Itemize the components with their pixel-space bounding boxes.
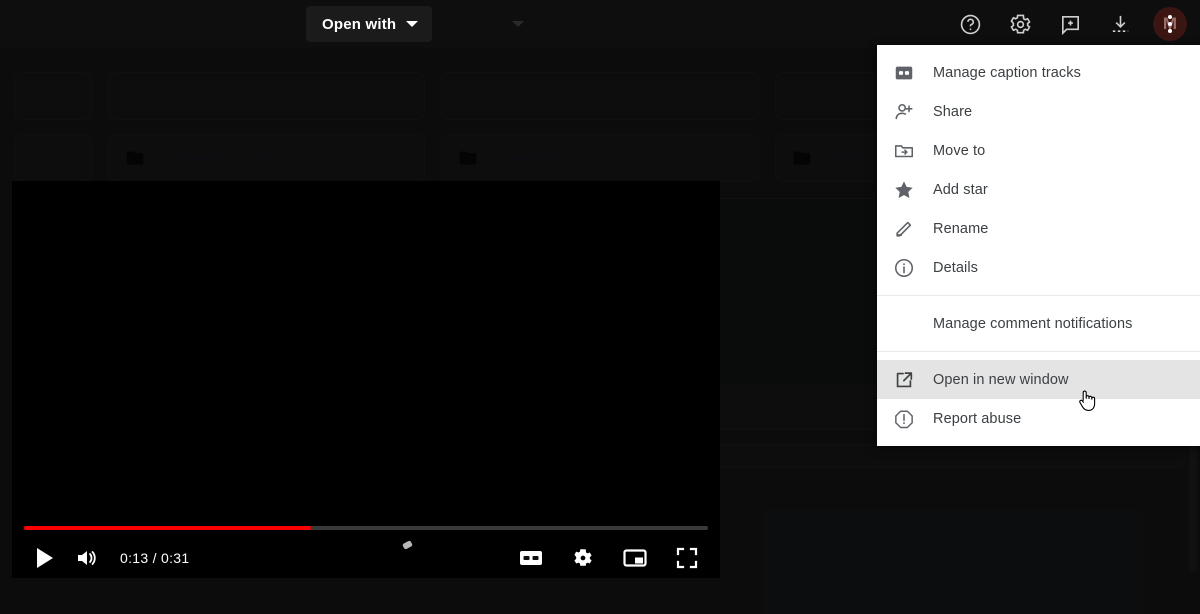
- menu-item-report-abuse[interactable]: Report abuse: [877, 399, 1200, 438]
- menu-item-add-star[interactable]: Add star: [877, 170, 1200, 209]
- open-with-button[interactable]: Open with: [306, 6, 433, 42]
- scrollbar-thumb[interactable]: [1189, 442, 1197, 572]
- folder-icon: [792, 148, 812, 168]
- fullscreen-icon[interactable]: [666, 538, 708, 578]
- menu-item-label: Open in new window: [933, 371, 1069, 388]
- menu-item-open-in-new-window[interactable]: Open in new window: [877, 360, 1200, 399]
- person-add-icon: [893, 101, 933, 123]
- chevron-down-icon: [406, 21, 419, 27]
- volume-on-icon[interactable]: [66, 538, 108, 578]
- controls-row: 0:13 / 0:31: [24, 538, 708, 578]
- menu-item-label: Add star: [933, 181, 988, 198]
- open-with-label: Open with: [322, 15, 397, 33]
- folder-card-important-docs[interactable]: 6. Important Docs (Cos: [108, 134, 426, 182]
- folder-card[interactable]: [108, 72, 426, 120]
- menu-item-label: Move to: [933, 142, 986, 159]
- menu-item-label: Manage caption tracks: [933, 64, 1081, 81]
- menu-item-label: Report abuse: [933, 410, 1022, 427]
- help-icon[interactable]: [950, 4, 990, 44]
- top-bar-actions: M: [950, 4, 1200, 44]
- folder-card-partial[interactable]: [14, 134, 92, 182]
- menu-item-manage-comment-notifications[interactable]: Manage comment notifications: [877, 304, 1200, 343]
- download-icon[interactable]: [1100, 4, 1140, 44]
- folder-label: Copywriting: [490, 150, 560, 166]
- folder-label: 6. Important Docs (Cos: [157, 150, 293, 166]
- settings-gear-icon[interactable]: [1000, 4, 1040, 44]
- folder-card-copywriting[interactable]: Copywriting: [441, 134, 759, 182]
- context-menu: Manage caption tracks Share Move to Add …: [877, 45, 1200, 446]
- menu-item-details[interactable]: Details: [877, 248, 1200, 287]
- play-icon[interactable]: [24, 538, 66, 578]
- video-player[interactable]: 0:13 / 0:31: [12, 181, 720, 578]
- more-actions-button[interactable]: M: [1150, 4, 1190, 44]
- menu-item-move-to[interactable]: Move to: [877, 131, 1200, 170]
- menu-separator: [877, 351, 1200, 352]
- player-right-controls: [510, 538, 708, 578]
- miniplayer-icon[interactable]: [614, 538, 656, 578]
- report-abuse-icon: [893, 408, 933, 430]
- screen-root: 6. Important Docs (Cos Copywriting Indus…: [0, 0, 1200, 614]
- progress-bar[interactable]: [24, 526, 708, 530]
- folder-card-partial[interactable]: [14, 72, 92, 120]
- add-comment-icon[interactable]: [1050, 4, 1090, 44]
- progress-bar-fill: [24, 526, 312, 530]
- menu-item-label: Details: [933, 259, 979, 276]
- star-icon: [893, 179, 933, 201]
- player-controls: 0:13 / 0:31: [12, 516, 720, 578]
- folder-card[interactable]: [441, 72, 759, 120]
- menu-item-rename[interactable]: Rename: [877, 209, 1200, 248]
- menu-item-share[interactable]: Share: [877, 92, 1200, 131]
- closed-caption-icon[interactable]: [510, 538, 552, 578]
- secondary-dropdown-button[interactable]: [438, 0, 598, 48]
- settings-gear-icon[interactable]: [562, 538, 604, 578]
- menu-item-label: Rename: [933, 220, 989, 237]
- menu-item-manage-caption-tracks[interactable]: Manage caption tracks: [877, 53, 1200, 92]
- menu-item-label: Share: [933, 103, 973, 120]
- chevron-down-icon: [512, 21, 525, 27]
- kebab-menu-icon[interactable]: [1168, 15, 1172, 33]
- preview-top-bar: Open with M: [0, 0, 1200, 48]
- open-in-new-icon: [893, 369, 933, 391]
- folder-icon: [125, 148, 145, 168]
- time-display: 0:13 / 0:31: [120, 550, 190, 566]
- menu-separator: [877, 295, 1200, 296]
- top-bar-left-spacer: [0, 0, 306, 48]
- folder-icon: [458, 148, 478, 168]
- pencil-icon: [893, 218, 933, 240]
- info-circle-icon: [893, 257, 933, 279]
- closed-caption-icon: [893, 62, 933, 84]
- menu-item-label: Manage comment notifications: [933, 315, 1133, 332]
- move-to-folder-icon: [893, 140, 933, 162]
